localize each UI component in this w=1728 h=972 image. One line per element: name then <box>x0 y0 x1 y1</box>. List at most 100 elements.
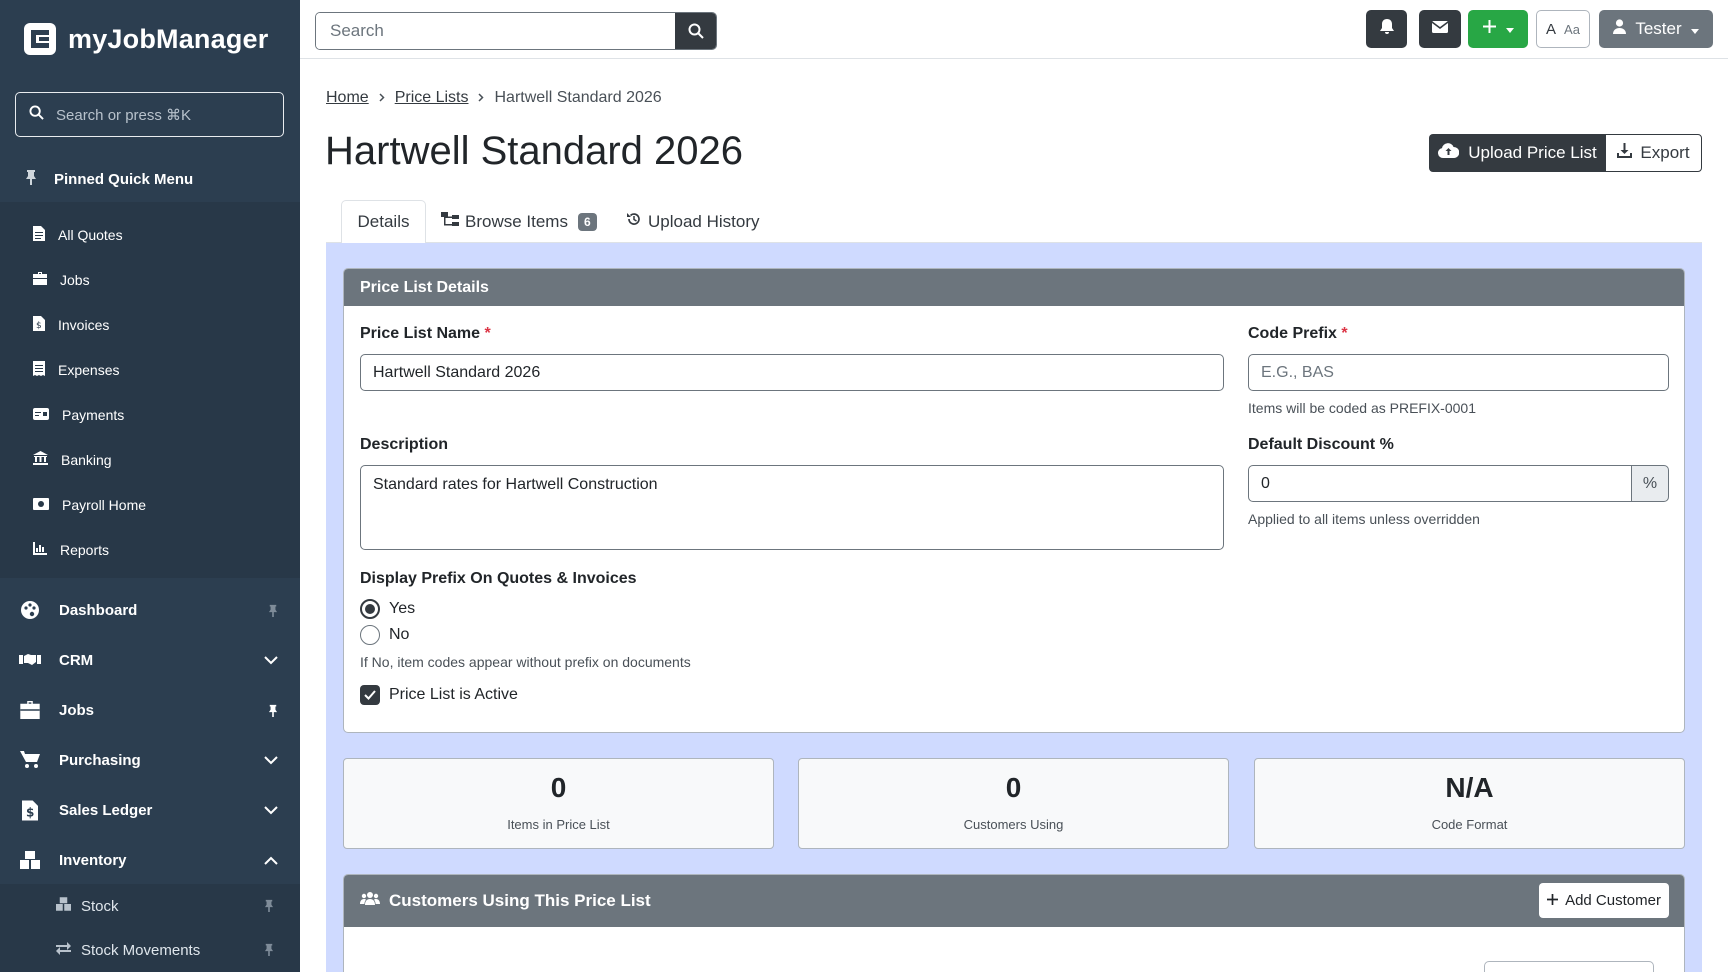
stat-value: N/A <box>1445 772 1494 803</box>
sidebar-item-label: Payroll Home <box>62 496 147 513</box>
cloud-upload-icon <box>1438 143 1460 163</box>
export-label: Export <box>1640 143 1690 162</box>
nav-label: Inventory <box>59 851 127 869</box>
envelope-icon <box>1431 20 1449 38</box>
chevron-down-icon[interactable] <box>264 635 278 685</box>
breadcrumb-price-lists[interactable]: Price Lists <box>395 89 469 107</box>
sidebar-item-stock[interactable]: Stock <box>0 884 300 928</box>
sidebar-search-placeholder: Search or press ⌘K <box>56 106 192 124</box>
sidebar-item-stock-movements[interactable]: Stock Movements <box>0 928 300 972</box>
add-customer-button[interactable]: Add Customer <box>1539 883 1669 918</box>
file-dollar-icon: $ <box>33 315 45 334</box>
download-icon <box>1617 143 1633 163</box>
cart-icon <box>19 751 41 769</box>
default-discount-input[interactable]: 0 <box>1248 465 1632 502</box>
top-search-input[interactable] <box>316 13 675 49</box>
chevron-right-icon <box>478 89 485 107</box>
arrows-exchange-icon <box>56 941 71 959</box>
font-size-toggle[interactable]: A Aa <box>1536 10 1590 48</box>
pin-icon <box>25 169 37 189</box>
sidebar-item-payments[interactable]: Payments <box>0 392 300 437</box>
sidebar-item-reports[interactable]: Reports <box>0 527 300 572</box>
pin-icon[interactable] <box>268 585 278 635</box>
display-prefix-no[interactable]: No <box>360 625 409 645</box>
nav-purchasing[interactable]: Purchasing <box>0 735 300 785</box>
price-list-name-input[interactable]: Hartwell Standard 2026 <box>360 354 1224 391</box>
nav-inventory[interactable]: Inventory <box>0 835 300 885</box>
tab-details[interactable]: Details <box>341 200 426 244</box>
customers-card-header: Customers Using This Price List Add Cust… <box>344 875 1684 927</box>
nav-label: Dashboard <box>59 601 138 619</box>
nav-label: Purchasing <box>59 751 141 769</box>
tab-browse-items[interactable]: Browse Items 6 <box>441 200 597 243</box>
chevron-up-icon[interactable] <box>264 835 278 885</box>
price-list-details-card: Price List Details Price List Name * Har… <box>343 268 1685 733</box>
notifications-button[interactable] <box>1366 10 1407 48</box>
search-icon <box>29 104 44 125</box>
tab-upload-history[interactable]: Upload History <box>626 200 760 243</box>
tab-label: Details <box>357 212 410 231</box>
messages-button[interactable] <box>1419 10 1461 48</box>
code-prefix-input[interactable]: E.G., BAS <box>1248 354 1669 391</box>
pin-icon[interactable] <box>264 899 274 916</box>
label-text: Code Prefix <box>1248 325 1337 342</box>
upload-price-list-button[interactable]: Upload Price List <box>1429 134 1606 172</box>
checkbox-checked[interactable] <box>360 685 380 705</box>
code-prefix-label: Code Prefix * <box>1248 325 1348 343</box>
money-bill-icon <box>33 497 49 513</box>
customers-card-title: Customers Using This Price List <box>389 891 651 910</box>
chevron-right-icon <box>379 89 385 107</box>
briefcase-icon <box>33 271 47 288</box>
chart-line-icon <box>33 541 47 558</box>
tab-bar: Details Browse Items 6 Upload History <box>326 200 1702 244</box>
nav-dashboard[interactable]: Dashboard <box>0 585 300 635</box>
pin-icon[interactable] <box>264 943 274 960</box>
topbar: A Aa Tester <box>300 0 1728 59</box>
top-search-button[interactable] <box>675 13 716 49</box>
nav-crm[interactable]: CRM <box>0 635 300 685</box>
nav-jobs[interactable]: Jobs <box>0 685 300 735</box>
sidebar-item-expenses[interactable]: Expenses <box>0 347 300 392</box>
display-prefix-yes[interactable]: Yes <box>360 599 415 619</box>
svg-text:$: $ <box>36 321 42 331</box>
file-invoice-icon <box>33 225 45 244</box>
sidebar-item-jobs[interactable]: Jobs <box>0 257 300 302</box>
radio-no[interactable] <box>360 625 380 645</box>
money-check-icon <box>33 407 49 423</box>
customers-search-input[interactable]: Search... <box>1484 961 1654 972</box>
brand[interactable]: myJobManager <box>24 22 268 56</box>
stat-caption: Items in Price List <box>507 817 610 832</box>
code-prefix-help: Items will be coded as PREFIX-0001 <box>1248 400 1476 416</box>
sidebar-item-payroll-home[interactable]: Payroll Home <box>0 482 300 527</box>
chevron-down-icon[interactable] <box>264 785 278 835</box>
chevron-down-icon[interactable] <box>264 735 278 785</box>
plus-icon <box>1547 892 1559 909</box>
tab-label: Upload History <box>648 211 760 231</box>
bell-icon <box>1379 18 1394 40</box>
pinned-quick-menu-header[interactable]: Pinned Quick Menu <box>0 156 300 202</box>
export-button[interactable]: Export <box>1605 134 1702 172</box>
quick-create-button[interactable] <box>1468 10 1528 48</box>
sidebar-item-banking[interactable]: Banking <box>0 437 300 482</box>
radio-yes[interactable] <box>360 599 380 619</box>
user-menu-button[interactable]: Tester <box>1599 10 1713 48</box>
browse-items-count-badge: 6 <box>577 212 597 231</box>
top-search <box>315 12 717 50</box>
sidebar-item-label: Reports <box>60 541 110 558</box>
breadcrumb-home[interactable]: Home <box>326 89 369 107</box>
nav-sales-ledger[interactable]: $ Sales Ledger <box>0 785 300 835</box>
description-textarea[interactable]: Standard rates for Hartwell Construction <box>360 465 1224 550</box>
tab-label: Browse Items <box>465 211 568 231</box>
sidebar-item-label: Stock <box>81 897 119 915</box>
nav-label: CRM <box>59 651 94 669</box>
sidebar-item-invoices[interactable]: $ Invoices <box>0 302 300 347</box>
sidebar-search-input[interactable]: Search or press ⌘K <box>15 92 284 137</box>
logo-icon <box>24 23 56 55</box>
sidebar-item-label: Banking <box>61 451 112 468</box>
stat-caption: Code Format <box>1431 817 1508 832</box>
price-list-active-checkbox[interactable]: Price List is Active <box>360 685 518 705</box>
default-discount-help: Applied to all items unless overridden <box>1248 511 1480 527</box>
pin-icon[interactable] <box>268 685 278 735</box>
sidebar-item-all-quotes[interactable]: All Quotes <box>0 212 300 257</box>
inventory-submenu: Stock Stock Movements <box>0 884 300 972</box>
